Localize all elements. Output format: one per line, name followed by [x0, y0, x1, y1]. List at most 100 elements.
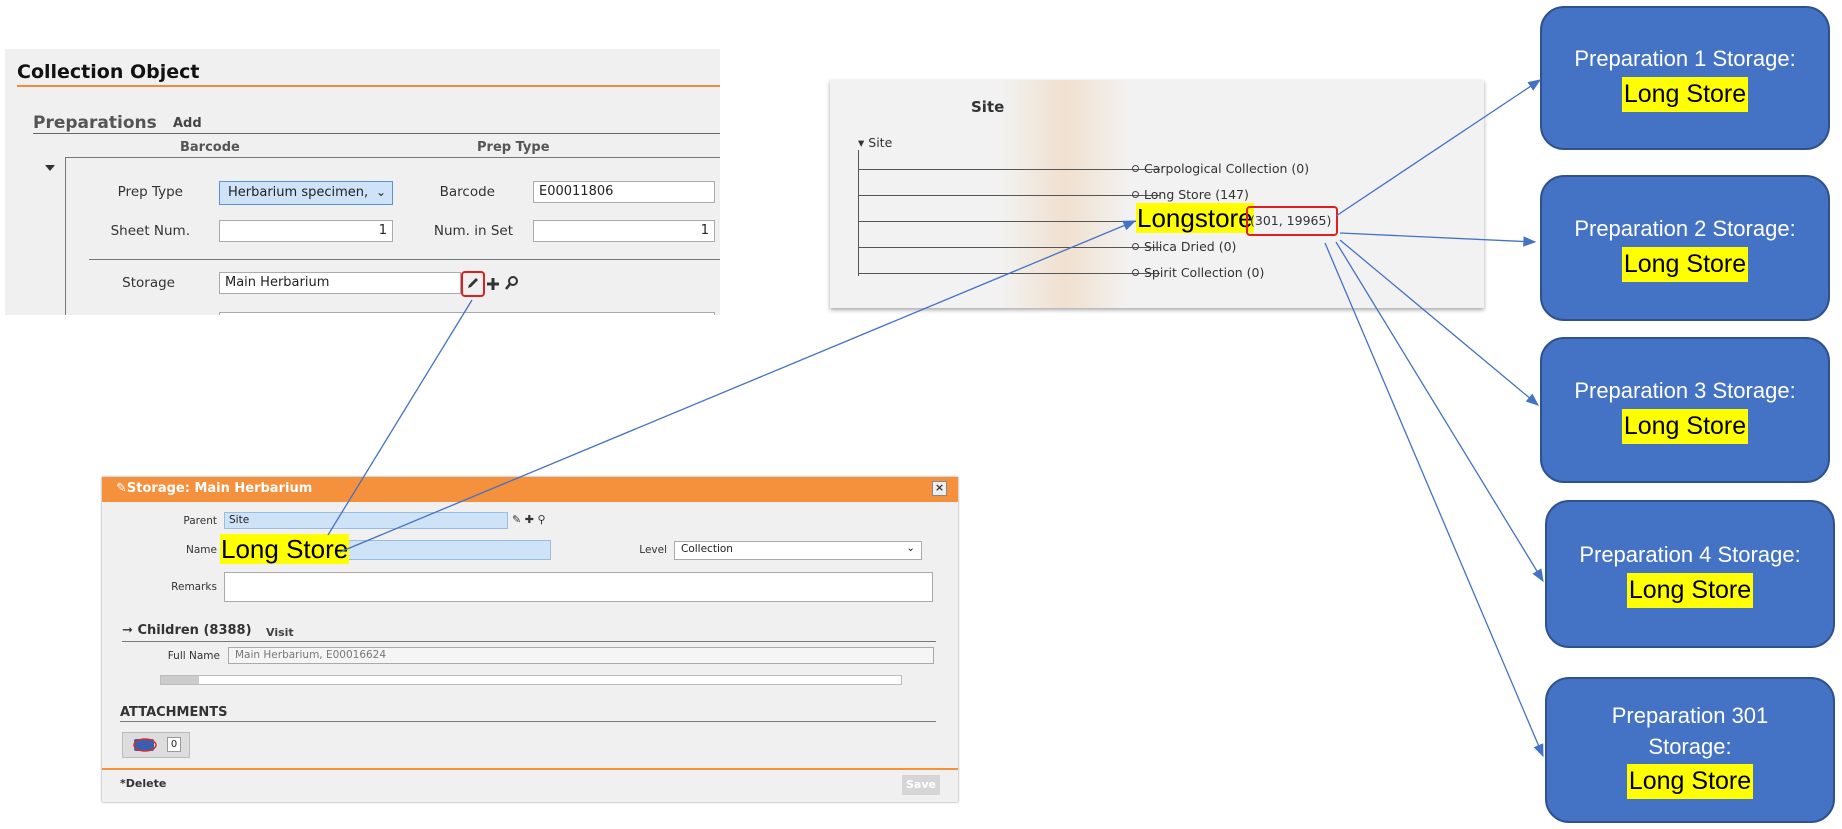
- card-title: Preparation 1 Storage:: [1574, 46, 1796, 72]
- attachments-divider: [120, 721, 936, 722]
- node-dot-icon: [1132, 243, 1139, 250]
- attachment-count: 0: [167, 737, 181, 752]
- tree-node[interactable]: Silica Dried (0): [1132, 239, 1236, 254]
- tree-node-longstore[interactable]: Longstore: [1136, 203, 1254, 234]
- tree-node[interactable]: Long Store (147): [1132, 187, 1249, 202]
- remarks-textarea[interactable]: [224, 572, 933, 602]
- magnifier-icon: ⚲: [537, 513, 546, 526]
- attachment-widget[interactable]: 0: [122, 732, 190, 758]
- name-value: Long Store: [220, 534, 350, 564]
- tree-node[interactable]: Spirit Collection (0): [1132, 265, 1264, 280]
- scrollbar-thumb[interactable]: [161, 676, 199, 684]
- footer-divider: [102, 768, 958, 770]
- magnifier-icon: [505, 276, 518, 290]
- site-tree-panel: Site ▾ Site Carpological Collection (0) …: [830, 80, 1484, 308]
- dialog-titlebar: ✎Storage: Main Herbarium ×: [102, 477, 958, 502]
- caret-down-icon[interactable]: [45, 165, 55, 171]
- attachments-heading: ATTACHMENTS: [120, 705, 228, 720]
- barcode-label: Barcode: [439, 184, 495, 200]
- name-label: Name: [186, 544, 217, 556]
- children-heading[interactable]: ➞ Children (8388): [122, 623, 252, 638]
- storage-field[interactable]: Main Herbarium: [219, 272, 461, 294]
- tree-root[interactable]: ▾ Site: [858, 135, 892, 150]
- card-preparation-1: Preparation 1 Storage: Long Store: [1540, 6, 1830, 150]
- full-name-label: Full Name: [167, 650, 220, 662]
- remarks-label: Remarks: [171, 581, 217, 593]
- card-preparation-2: Preparation 2 Storage: Long Store: [1540, 175, 1830, 321]
- sheet-num-label: Sheet Num.: [110, 223, 190, 239]
- next-field[interactable]: [219, 312, 715, 315]
- tree-branch: [858, 247, 1160, 248]
- visit-link[interactable]: Visit: [266, 626, 294, 639]
- caret-down-icon: ▾: [858, 135, 865, 150]
- delete-button[interactable]: *Delete: [120, 777, 166, 790]
- card-title: Preparation 301 Storage:: [1611, 702, 1769, 759]
- add-storage-button[interactable]: [486, 276, 500, 295]
- plus-icon: ✚: [524, 513, 534, 526]
- card-title: Preparation 2 Storage:: [1574, 216, 1796, 242]
- longstore-label: Longstore: [1136, 203, 1254, 233]
- search-storage-button[interactable]: [504, 275, 520, 295]
- collection-object-title: Collection Object: [17, 61, 200, 83]
- tree-branch: [858, 169, 1160, 170]
- add-preparation-link[interactable]: Add: [173, 116, 202, 131]
- card-preparation-301: Preparation 301 Storage: Long Store: [1545, 677, 1835, 823]
- prep-type-select[interactable]: Herbarium specimen, ⌄: [219, 181, 393, 205]
- card-title: Preparation 3 Storage:: [1574, 378, 1796, 404]
- title-divider: [17, 85, 720, 87]
- preparations-heading: Preparations: [33, 113, 157, 133]
- arrow-to-card-301: [1324, 242, 1544, 758]
- edit-pencil-icon: ✎: [512, 513, 522, 526]
- tree-branch: [858, 273, 1160, 274]
- chevron-down-icon: ⌄: [906, 542, 915, 554]
- card-value: Long Store: [1621, 408, 1749, 444]
- site-tree-title: Site: [971, 98, 1005, 116]
- node-dot-icon: [1132, 191, 1139, 198]
- num-in-set-label: Num. in Set: [433, 223, 513, 239]
- prep-type-value: Herbarium specimen,: [228, 185, 369, 200]
- edit-pencil-icon: [468, 278, 478, 288]
- preparations-divider: [33, 133, 720, 134]
- collection-object-panel: Collection Object Preparations Add Barco…: [5, 49, 720, 315]
- card-preparation-4: Preparation 4 Storage: Long Store: [1545, 500, 1835, 648]
- sheet-num-field[interactable]: 1: [219, 220, 393, 242]
- num-in-set-field[interactable]: 1: [533, 220, 715, 242]
- parent-label: Parent: [183, 515, 217, 527]
- card-preparation-3: Preparation 3 Storage: Long Store: [1540, 337, 1830, 483]
- node-dot-icon: [1132, 165, 1139, 172]
- level-label: Level: [639, 544, 667, 556]
- parent-field[interactable]: Site: [224, 512, 508, 529]
- card-title: Preparation 4 Storage:: [1579, 542, 1801, 568]
- full-name-field: Main Herbarium, E00016624: [228, 647, 934, 664]
- tree-node-label: Silica Dried (0): [1144, 239, 1237, 254]
- expand-arrow-icon: ➞: [122, 623, 133, 638]
- barcode-field[interactable]: E00011806: [533, 181, 715, 203]
- scrollbar-track[interactable]: [160, 675, 902, 685]
- card-value: Long Store: [1626, 572, 1754, 608]
- dialog-title: ✎Storage: Main Herbarium: [116, 481, 313, 496]
- edit-pencil-icon: ✎: [116, 481, 127, 496]
- prep-type-column-header: Prep Type: [477, 140, 550, 155]
- card-value: Long Store: [1621, 246, 1749, 282]
- tree-node[interactable]: Carpological Collection (0): [1132, 161, 1309, 176]
- storage-divider: [89, 259, 720, 260]
- tree-node-label: Spirit Collection (0): [1144, 265, 1265, 280]
- chevron-down-icon: ⌄: [375, 185, 386, 199]
- storage-dialog: ✎Storage: Main Herbarium × Parent Site ✎…: [102, 477, 958, 802]
- card-value: Long Store: [1621, 76, 1749, 112]
- tree-branch: [858, 195, 1160, 196]
- node-dot-icon: [1132, 269, 1139, 276]
- tree-node-label: Long Store (147): [1144, 187, 1249, 202]
- children-divider: [122, 641, 936, 642]
- save-button[interactable]: Save: [902, 775, 940, 795]
- storage-label: Storage: [122, 275, 175, 291]
- prep-type-label: Prep Type: [117, 184, 183, 200]
- tree-root-label: Site: [868, 135, 893, 150]
- plus-icon: [487, 278, 499, 290]
- edit-storage-button[interactable]: [465, 275, 481, 295]
- tree-node-label: Carpological Collection (0): [1144, 161, 1310, 176]
- level-select[interactable]: Collection ⌄: [674, 541, 922, 560]
- close-icon[interactable]: ×: [932, 481, 947, 496]
- parent-actions[interactable]: ✎ ✚ ⚲: [512, 513, 546, 526]
- barcode-column-header: Barcode: [180, 140, 240, 155]
